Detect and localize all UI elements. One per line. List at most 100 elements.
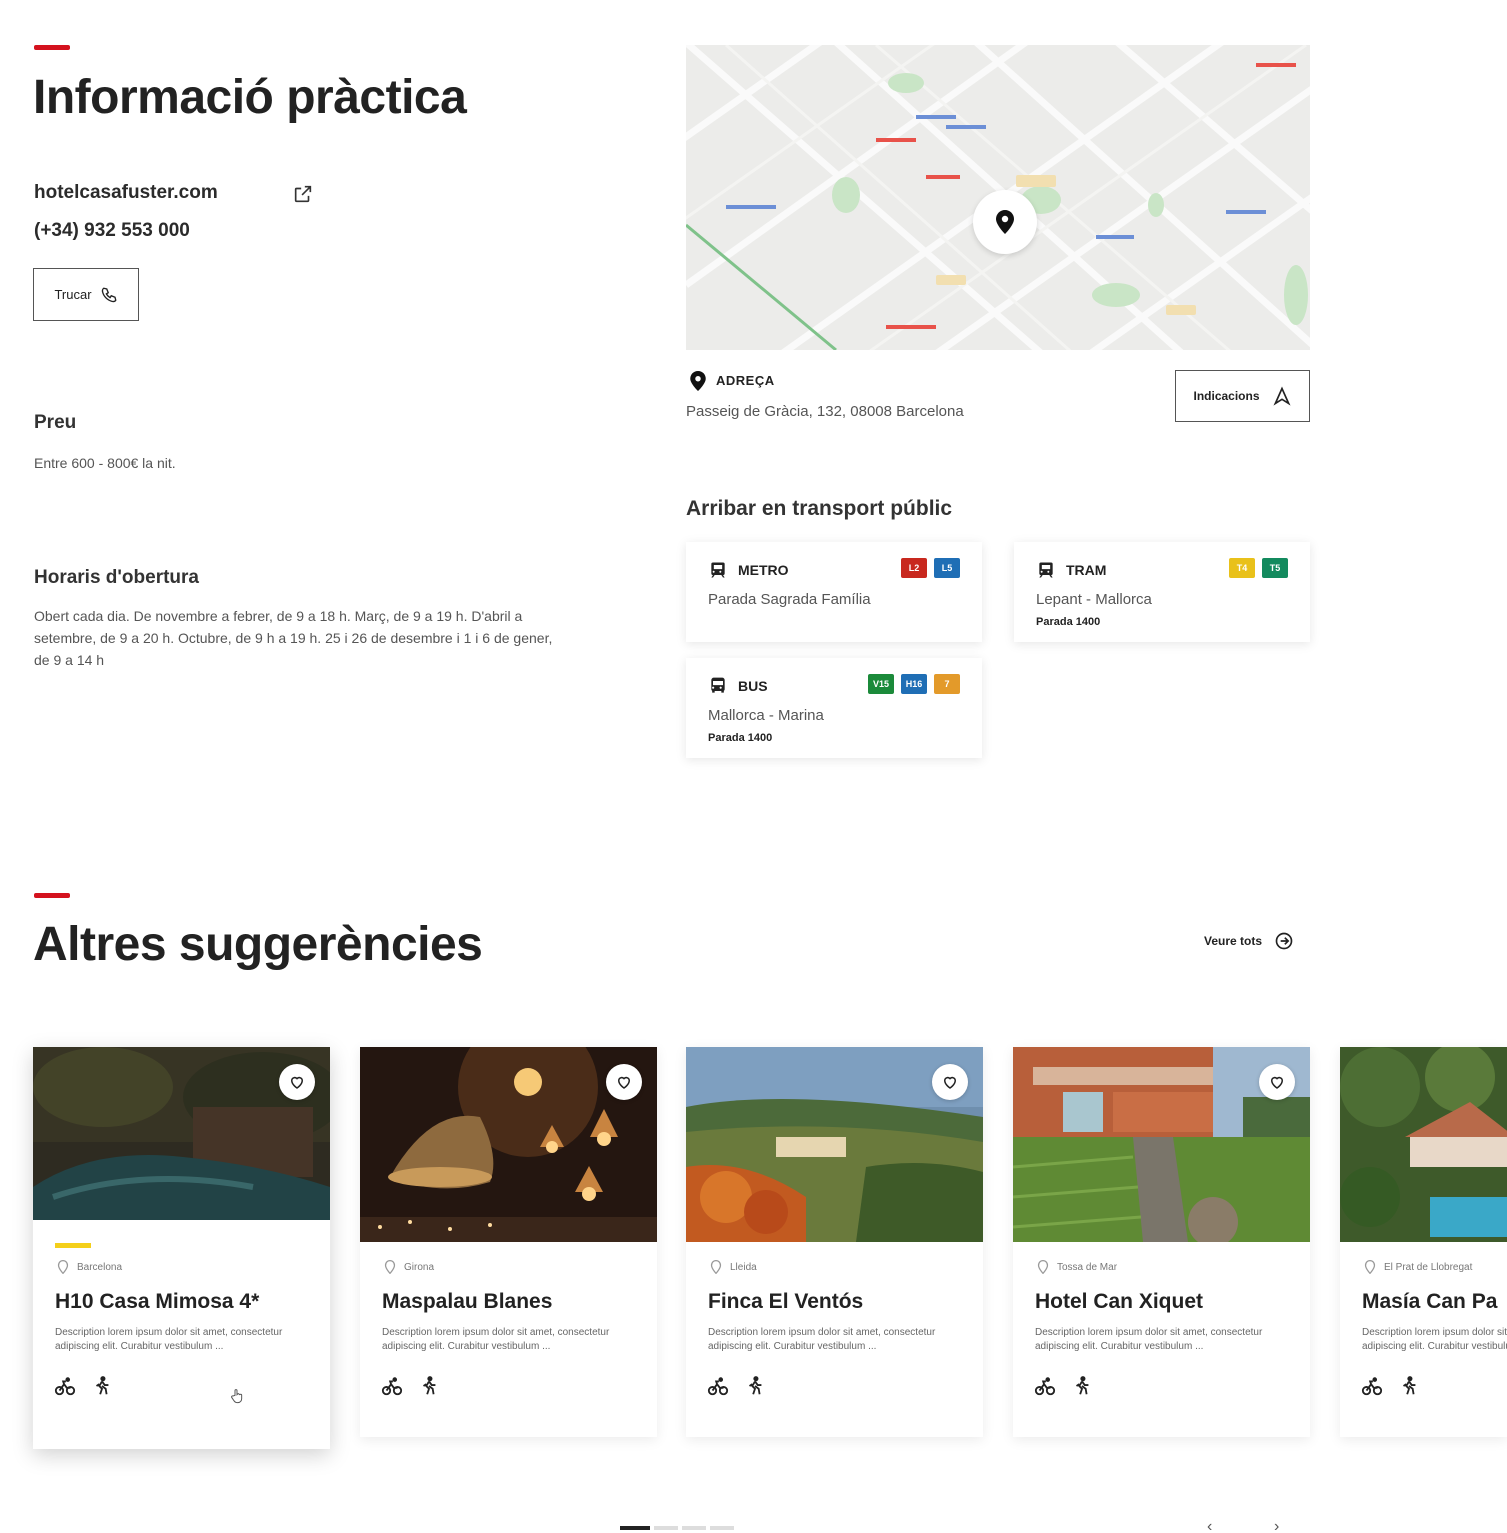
line-badge: L5: [934, 558, 960, 578]
see-all-link[interactable]: Veure tots: [1204, 931, 1294, 951]
location-icon: [1364, 1260, 1376, 1274]
transport-type: METRO: [738, 562, 789, 578]
location-icon: [1037, 1260, 1049, 1274]
next-arrow-icon[interactable]: ›: [1274, 1518, 1279, 1533]
bike-icon: [1034, 1377, 1056, 1396]
train-icon: [711, 562, 725, 578]
card-description: Description lorem ipsum dolor sit amet, …: [382, 1327, 610, 1352]
card-activities: [1033, 1375, 1093, 1397]
heart-icon: [617, 1076, 631, 1089]
card-title: Maspalau Blanes: [382, 1290, 553, 1313]
card-location-text: Lleida: [730, 1261, 757, 1273]
card-location-text: Girona: [404, 1261, 435, 1273]
transport-card-bus: BUS V15 H16 7 Mallorca - Marina Parada 1…: [686, 658, 982, 758]
favorite-button[interactable]: [1259, 1064, 1295, 1100]
section-accent-bar: [34, 893, 70, 898]
train-icon: [1039, 562, 1053, 578]
card-location: El Prat de Llobregat: [1364, 1260, 1472, 1274]
suggestion-card[interactable]: Barcelona H10 Casa Mimosa 4* Description…: [33, 1047, 330, 1449]
section-accent-bar: [34, 45, 70, 50]
hiking-icon: [1075, 1376, 1089, 1395]
card-activities: [1360, 1375, 1420, 1397]
line-badges: V15 H16 7: [868, 674, 960, 694]
line-badge: T4: [1229, 558, 1255, 578]
address-label: ADREÇA: [716, 373, 775, 388]
transport-title: Arribar en transport públic: [686, 497, 953, 520]
website-link[interactable]: hotelcasafuster.com: [34, 182, 218, 204]
card-title: Finca El Ventós: [708, 1290, 864, 1313]
hours-text: Obert cada dia. De novembre a febrer, de…: [34, 608, 553, 668]
hiking-icon: [422, 1376, 436, 1395]
transport-line: Mallorca - Marina: [708, 707, 824, 724]
call-button[interactable]: Trucar: [33, 268, 139, 321]
map-marker[interactable]: [973, 190, 1037, 254]
heart-icon: [1270, 1076, 1284, 1089]
location-icon: [710, 1260, 722, 1274]
transport-card-tram: TRAM T4 T5 Lepant - Mallorca Parada 1400: [1014, 542, 1310, 642]
suggestion-card[interactable]: Girona Maspalau Blanes Description lorem…: [360, 1047, 657, 1437]
directions-button-label: Indicacions: [1193, 389, 1260, 403]
map-pin-icon: [996, 210, 1014, 234]
transport-type: TRAM: [1066, 562, 1107, 578]
card-activities: [53, 1375, 113, 1397]
bike-icon: [381, 1377, 403, 1396]
transport-card-metro: METRO L2 L5 Parada Sagrada Família: [686, 542, 982, 642]
bus-icon: [711, 677, 725, 693]
pager-dot[interactable]: [710, 1526, 734, 1530]
address-pin-icon: [690, 371, 706, 391]
transport-line: Parada Sagrada Família: [708, 591, 871, 608]
transport-type: BUS: [738, 678, 768, 694]
suggestion-card[interactable]: Lleida Finca El Ventós Description lorem…: [686, 1047, 983, 1437]
location-icon: [57, 1260, 69, 1274]
card-activities: [380, 1375, 440, 1397]
pager-dot-active[interactable]: [620, 1526, 650, 1530]
favorite-button[interactable]: [932, 1064, 968, 1100]
phone-number: (+34) 932 553 000: [34, 220, 190, 241]
transport-line: Lepant - Mallorca: [1036, 591, 1152, 608]
external-link-icon[interactable]: [292, 183, 314, 205]
suggestion-card[interactable]: Tossa de Mar Hotel Can Xiquet Descriptio…: [1013, 1047, 1310, 1437]
price-heading: Preu: [34, 412, 77, 433]
card-title: Masía Can Pa: [1362, 1290, 1498, 1313]
line-badge: H16: [901, 674, 927, 694]
card-location: Barcelona: [57, 1260, 122, 1274]
line-badge: L2: [901, 558, 927, 578]
call-button-label: Trucar: [54, 287, 92, 302]
hand-cursor-icon: [231, 1389, 243, 1404]
card-location-text: El Prat de Llobregat: [1384, 1261, 1473, 1273]
card-image: [1340, 1047, 1507, 1242]
favorite-button[interactable]: [606, 1064, 642, 1100]
location-icon: [384, 1260, 396, 1274]
arrow-circle-icon: [1275, 932, 1293, 950]
card-description: Description lorem ipsum dolor sit amet, …: [1035, 1327, 1263, 1352]
card-location: Tossa de Mar: [1037, 1260, 1117, 1274]
suggestion-card[interactable]: El Prat de Llobregat Masía Can Pa Descri…: [1340, 1047, 1507, 1437]
pager-dot[interactable]: [682, 1526, 706, 1530]
transport-stop: Parada 1400: [1036, 616, 1101, 628]
suggestions-title: Altres suggerències: [33, 918, 483, 971]
carousel-pager[interactable]: [620, 1526, 734, 1530]
line-badge: T5: [1262, 558, 1288, 578]
card-accent: [55, 1243, 91, 1248]
card-location: Lleida: [710, 1260, 757, 1274]
directions-button[interactable]: Indicacions: [1175, 370, 1310, 422]
line-badge: V15: [868, 674, 894, 694]
card-title: Hotel Can Xiquet: [1035, 1290, 1204, 1313]
card-location-text: Barcelona: [77, 1261, 123, 1273]
card-location: Girona: [384, 1260, 434, 1274]
line-badges: T4 T5: [1229, 558, 1288, 578]
address-text: Passeig de Gràcia, 132, 08008 Barcelona: [686, 403, 964, 420]
line-badges: L2 L5: [901, 558, 960, 578]
heart-icon: [290, 1076, 304, 1089]
prev-arrow-icon[interactable]: ‹: [1207, 1518, 1212, 1533]
see-all-label: Veure tots: [1204, 934, 1263, 948]
card-description: Description lorem ipsum dolor sit amet, …: [55, 1327, 283, 1352]
price-text: Entre 600 - 800€ la nit.: [34, 455, 176, 471]
pager-dot[interactable]: [654, 1526, 678, 1530]
bike-icon: [54, 1377, 76, 1396]
bike-icon: [1361, 1377, 1383, 1396]
heart-icon: [943, 1076, 957, 1089]
card-activities: [706, 1375, 766, 1397]
hiking-icon: [1402, 1376, 1416, 1395]
favorite-button[interactable]: [279, 1064, 315, 1100]
